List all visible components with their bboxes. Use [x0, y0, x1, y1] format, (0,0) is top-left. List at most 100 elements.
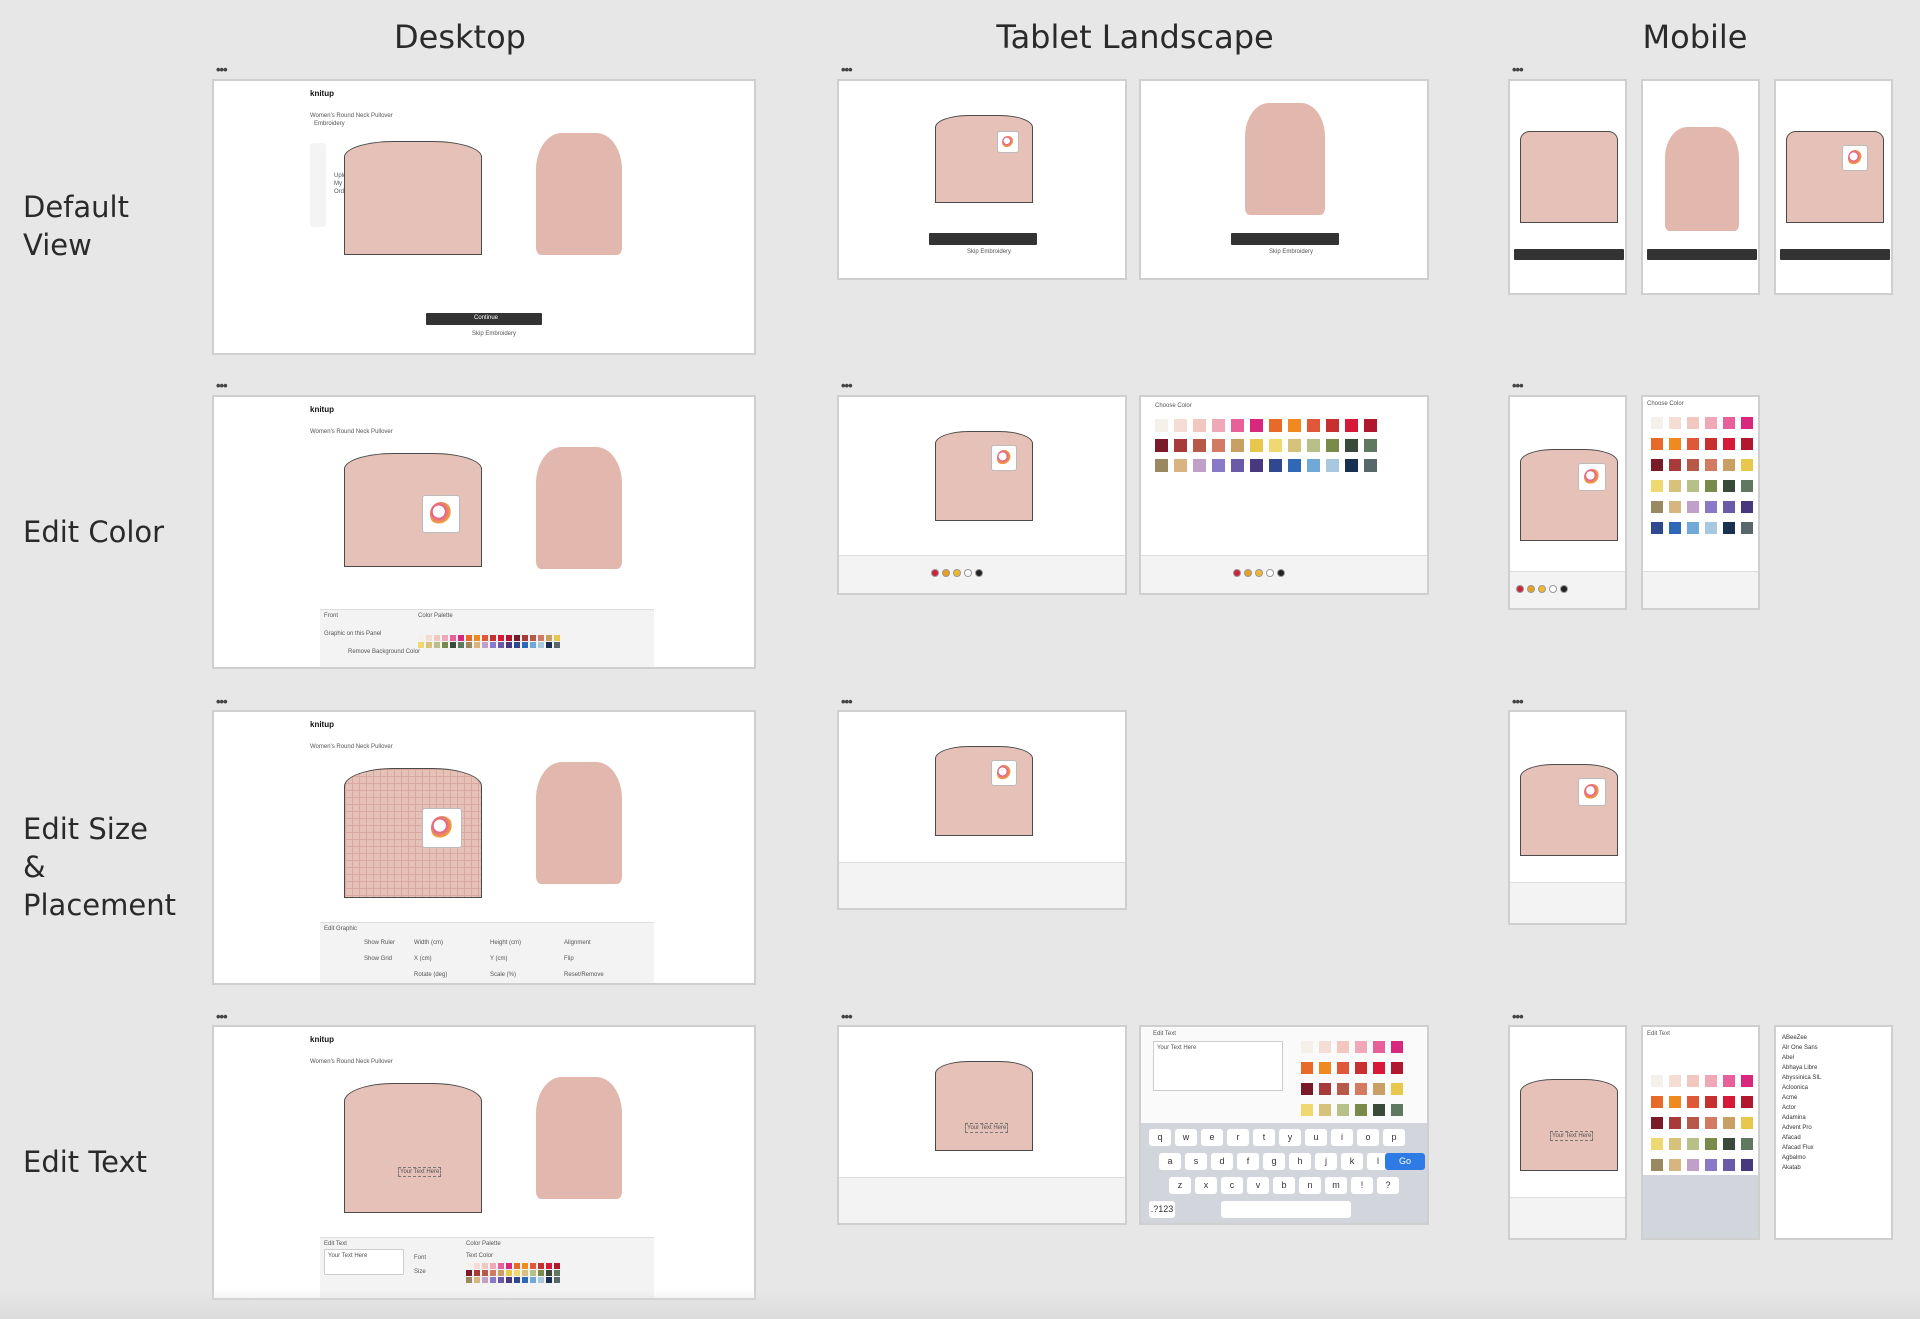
- color-swatch[interactable]: [1687, 459, 1699, 471]
- color-swatch[interactable]: [1741, 417, 1753, 429]
- continue-button[interactable]: [1780, 249, 1890, 260]
- color-swatch[interactable]: [506, 635, 512, 641]
- color-swatch[interactable]: [434, 635, 440, 641]
- color-swatch[interactable]: [482, 1263, 488, 1269]
- color-swatch[interactable]: [490, 1263, 496, 1269]
- keyboard-key[interactable]: p: [1383, 1129, 1405, 1146]
- color-swatch[interactable]: [514, 642, 520, 648]
- keyboard-key[interactable]: n: [1299, 1177, 1321, 1194]
- color-swatch[interactable]: [522, 635, 528, 641]
- color-swatch[interactable]: [1741, 480, 1753, 492]
- keyboard-key[interactable]: m: [1325, 1177, 1347, 1194]
- keyboard-key[interactable]: b: [1273, 1177, 1295, 1194]
- keyboard-key[interactable]: e: [1201, 1129, 1223, 1146]
- color-swatch[interactable]: [1669, 1117, 1681, 1129]
- color-swatch[interactable]: [1741, 459, 1753, 471]
- color-swatch[interactable]: [1723, 438, 1735, 450]
- color-swatch[interactable]: [554, 642, 560, 648]
- keyboard-key[interactable]: o: [1357, 1129, 1379, 1146]
- color-swatch[interactable]: [1301, 1083, 1313, 1095]
- color-swatch[interactable]: [1212, 459, 1225, 472]
- color-swatch[interactable]: [1705, 459, 1717, 471]
- color-swatch[interactable]: [1250, 459, 1263, 472]
- color-swatch[interactable]: [1687, 522, 1699, 534]
- graphic-color-swatch[interactable]: [1233, 569, 1241, 577]
- color-swatch[interactable]: [466, 1270, 472, 1276]
- color-swatch[interactable]: [442, 642, 448, 648]
- text-on-garment[interactable]: Your Text Here: [965, 1123, 1009, 1133]
- color-swatch[interactable]: [426, 642, 432, 648]
- color-swatch[interactable]: [506, 1263, 512, 1269]
- color-swatch[interactable]: [426, 635, 432, 641]
- color-swatch[interactable]: [546, 1270, 552, 1276]
- keyboard-key[interactable]: g: [1263, 1153, 1285, 1170]
- color-swatch[interactable]: [546, 642, 552, 648]
- color-swatch[interactable]: [530, 635, 536, 641]
- keyboard-key[interactable]: s: [1185, 1153, 1207, 1170]
- color-swatch[interactable]: [1288, 459, 1301, 472]
- color-swatch[interactable]: [1193, 439, 1206, 452]
- color-swatch[interactable]: [1705, 1138, 1717, 1150]
- color-swatch[interactable]: [1345, 459, 1358, 472]
- keyboard-key[interactable]: i: [1331, 1129, 1353, 1146]
- color-swatch[interactable]: [450, 642, 456, 648]
- color-swatch[interactable]: [418, 635, 424, 641]
- color-swatch[interactable]: [1669, 1096, 1681, 1108]
- color-swatch[interactable]: [554, 1270, 560, 1276]
- color-swatch[interactable]: [1319, 1104, 1331, 1116]
- color-swatch[interactable]: [1307, 439, 1320, 452]
- color-swatch[interactable]: [1705, 522, 1717, 534]
- color-swatch[interactable]: [1741, 1117, 1753, 1129]
- color-swatch[interactable]: [1669, 1075, 1681, 1087]
- keyboard-key[interactable]: y: [1279, 1129, 1301, 1146]
- color-swatch[interactable]: [1250, 419, 1263, 432]
- color-swatch[interactable]: [1705, 501, 1717, 513]
- font-list[interactable]: ABeeZee Alr One Sans Abel Abhaya Libre A…: [1782, 1033, 1821, 1173]
- color-swatch[interactable]: [1651, 459, 1663, 471]
- color-swatch[interactable]: [1687, 1138, 1699, 1150]
- color-swatch[interactable]: [546, 1263, 552, 1269]
- color-swatch[interactable]: [1651, 1117, 1663, 1129]
- color-swatch[interactable]: [474, 642, 480, 648]
- color-palette-tablet[interactable]: [1155, 419, 1377, 472]
- color-swatch[interactable]: [1319, 1041, 1331, 1053]
- color-swatch[interactable]: [474, 635, 480, 641]
- text-on-garment[interactable]: Your Text Here: [398, 1167, 442, 1177]
- color-swatch[interactable]: [1250, 439, 1263, 452]
- color-swatch[interactable]: [498, 1277, 504, 1283]
- color-swatch[interactable]: [1651, 480, 1663, 492]
- color-swatch[interactable]: [530, 1270, 536, 1276]
- color-swatch[interactable]: [466, 642, 472, 648]
- color-swatch[interactable]: [1326, 459, 1339, 472]
- color-swatch[interactable]: [1301, 1104, 1313, 1116]
- color-swatch[interactable]: [498, 642, 504, 648]
- keyboard-key[interactable]: v: [1247, 1177, 1269, 1194]
- color-swatch[interactable]: [466, 1263, 472, 1269]
- color-swatch[interactable]: [1337, 1104, 1349, 1116]
- keyboard-key[interactable]: a: [1159, 1153, 1181, 1170]
- keyboard-key[interactable]: j: [1315, 1153, 1337, 1170]
- remove-bg-label[interactable]: Remove Background Color: [348, 649, 420, 655]
- color-swatch[interactable]: [490, 635, 496, 641]
- color-swatch[interactable]: [1326, 419, 1339, 432]
- color-swatch[interactable]: [1669, 480, 1681, 492]
- skip-link[interactable]: Skip Embroidery: [472, 331, 516, 337]
- color-swatch[interactable]: [1723, 480, 1735, 492]
- frame-menu-icon[interactable]: •••: [1512, 695, 1524, 708]
- graphic-color-swatch[interactable]: [942, 569, 950, 577]
- color-swatch[interactable]: [522, 642, 528, 648]
- color-swatch[interactable]: [1687, 1075, 1699, 1087]
- color-swatch[interactable]: [1355, 1062, 1367, 1074]
- color-swatch[interactable]: [490, 642, 496, 648]
- color-swatch[interactable]: [1687, 480, 1699, 492]
- color-swatch[interactable]: [1337, 1083, 1349, 1095]
- field-label[interactable]: Reset/Remove: [564, 972, 604, 978]
- color-swatch[interactable]: [1705, 417, 1717, 429]
- color-swatch[interactable]: [546, 635, 552, 641]
- color-swatch[interactable]: [538, 642, 544, 648]
- keyboard-space-key[interactable]: [1221, 1201, 1351, 1218]
- color-swatch[interactable]: [1391, 1062, 1403, 1074]
- frame-menu-icon[interactable]: •••: [216, 695, 228, 708]
- color-swatch[interactable]: [1651, 438, 1663, 450]
- color-swatch[interactable]: [1269, 419, 1282, 432]
